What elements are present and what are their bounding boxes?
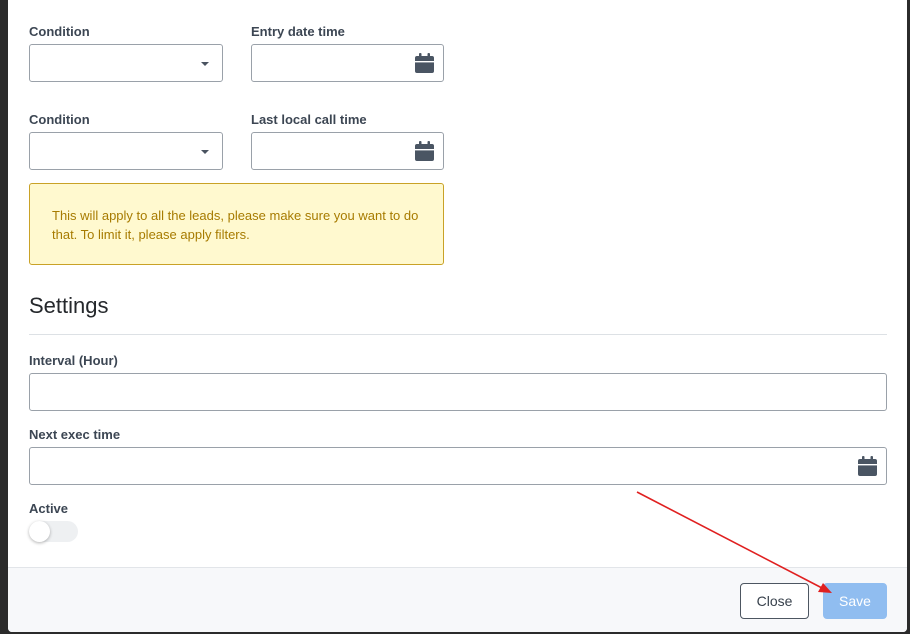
toggle-knob	[29, 521, 50, 542]
divider	[29, 334, 887, 335]
modal-footer: Close Save	[8, 567, 907, 632]
calendar-icon[interactable]	[858, 456, 877, 476]
condition-select[interactable]	[29, 44, 223, 82]
entry-date-time-label: Entry date time	[251, 24, 345, 39]
condition-select-2[interactable]	[29, 132, 223, 170]
close-button[interactable]: Close	[740, 583, 809, 619]
next-exec-time-input[interactable]	[29, 447, 887, 485]
entry-date-time-input[interactable]	[251, 44, 444, 82]
interval-label: Interval (Hour)	[29, 353, 118, 368]
last-local-call-time-input[interactable]	[251, 132, 444, 170]
interval-input[interactable]	[29, 373, 887, 411]
active-toggle[interactable]	[29, 521, 78, 542]
last-local-call-time-label: Last local call time	[251, 112, 367, 127]
active-label: Active	[29, 501, 69, 516]
next-exec-time-label: Next exec time	[29, 427, 121, 442]
warning-alert-text: This will apply to all the leads, please…	[52, 208, 419, 242]
calendar-icon[interactable]	[415, 141, 434, 161]
condition-label-2: Condition	[29, 112, 90, 127]
calendar-icon[interactable]	[415, 53, 434, 73]
chevron-down-icon	[201, 62, 209, 66]
chevron-down-icon	[201, 150, 209, 154]
save-button[interactable]: Save	[823, 583, 887, 619]
warning-alert: This will apply to all the leads, please…	[29, 183, 444, 265]
condition-label: Condition	[29, 24, 90, 39]
settings-heading: Settings	[29, 293, 109, 318]
modal-dialog: Condition Entry date time Condition Last…	[8, 0, 907, 632]
